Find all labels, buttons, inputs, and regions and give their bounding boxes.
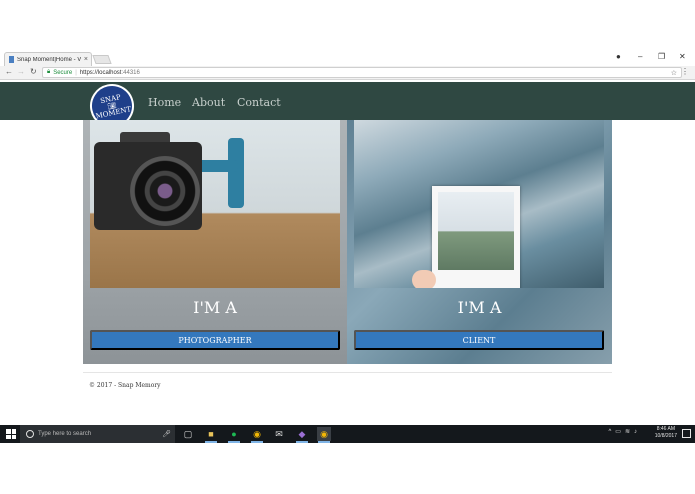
photo-background-shape [228, 138, 244, 208]
nav-about-link[interactable]: About [192, 96, 225, 109]
photographer-button[interactable]: PHOTOGRAPHER [90, 330, 340, 350]
lock-icon: 🔒︎ [47, 69, 51, 75]
task-view-icon[interactable]: ▢ [181, 427, 195, 441]
client-card: I'M A CLIENT [347, 120, 612, 364]
minimize-button[interactable]: – [638, 52, 642, 61]
favicon-icon [9, 56, 14, 63]
nav-home-link[interactable]: Home [148, 96, 181, 109]
windows-taskbar: Type here to search 🎤︎ ▢ ■ ● ◉ ✉ ◆ ◉ ^ ▭… [0, 425, 695, 443]
chrome-active-icon[interactable]: ◉ [317, 427, 331, 443]
forward-arrow-icon[interactable]: → [17, 67, 25, 76]
url-port: :44316 [121, 69, 140, 76]
photo-background-shape [198, 160, 238, 172]
bookmark-star-icon[interactable]: ☆ [671, 69, 677, 77]
taskbar-clock[interactable]: 8:46 AM 10/8/2017 [655, 426, 677, 440]
photographer-card: I'M A PHOTOGRAPHER [83, 120, 347, 364]
cortana-icon [26, 430, 34, 438]
clock-time: 8:46 AM [656, 426, 676, 432]
system-tray: ^ ▭ ≋ ♪ [608, 428, 637, 436]
taskbar-search-box[interactable]: Type here to search 🎤︎ [20, 425, 175, 443]
browser-tab[interactable]: Snap Moment|Home - V × [4, 52, 92, 66]
polaroid-photo [432, 186, 520, 288]
notification-icon[interactable] [682, 429, 691, 438]
screen: { "browser": { "tab_title": "Snap Moment… [0, 0, 695, 494]
polaroid-picture [438, 192, 514, 270]
maximize-button[interactable]: ❐ [658, 52, 665, 61]
card-title: I'M A [193, 298, 237, 317]
url-host: localhost [97, 69, 122, 76]
close-window-button[interactable]: ✕ [679, 52, 686, 61]
hand-image [412, 270, 436, 288]
client-button[interactable]: CLIENT [354, 330, 604, 350]
start-windows-icon[interactable] [6, 429, 16, 439]
browser-tabstrip: Snap Moment|Home - V × ● – ❐ ✕ [0, 48, 695, 66]
tab-close-icon[interactable]: × [84, 56, 91, 63]
url-scheme: https:// [79, 69, 98, 76]
card-title: I'M A [457, 298, 502, 317]
browser-menu-icon[interactable]: ⋮ [681, 67, 689, 76]
clock-date: 10/8/2017 [654, 433, 677, 439]
browser-toolbar: ← → ↻ 🔒︎ Secure | https://localhost:4431… [0, 66, 695, 80]
site-navbar: SNAP 📷︎ MOMENT Home About Contact [0, 79, 695, 133]
visual-studio-icon[interactable]: ◆ [295, 427, 309, 443]
tab-title: Snap Moment|Home - V [17, 56, 81, 63]
logo-text-moment: MOMENT [94, 104, 132, 121]
address-bar[interactable]: 🔒︎ Secure | https://localhost:44316 ☆ [42, 67, 682, 78]
footer-divider [83, 372, 612, 373]
camera-photo [90, 120, 340, 288]
nav-contact-link[interactable]: Contact [237, 96, 281, 109]
footer-text: © 2017 - Snap Memory [89, 382, 161, 389]
file-explorer-icon[interactable]: ■ [204, 427, 218, 443]
network-icon[interactable]: ≋ [625, 428, 630, 435]
spotify-icon[interactable]: ● [227, 427, 241, 443]
search-placeholder: Type here to search [38, 431, 92, 437]
chrome-icon[interactable]: ◉ [250, 427, 264, 443]
secure-label: Secure [53, 69, 73, 76]
chevron-up-icon[interactable]: ^ [608, 429, 611, 435]
new-tab-button[interactable] [92, 55, 112, 64]
camera-lens [130, 156, 200, 226]
volume-icon[interactable]: ♪ [634, 429, 637, 435]
reload-icon[interactable]: ↻ [30, 67, 37, 76]
address-separator: | [75, 69, 77, 76]
battery-icon[interactable]: ▭ [615, 428, 621, 435]
back-arrow-icon[interactable]: ← [5, 67, 13, 76]
cliff-photo [354, 120, 604, 288]
profile-icon[interactable]: ● [616, 52, 621, 61]
mail-icon[interactable]: ✉ [272, 427, 286, 441]
microphone-icon[interactable]: 🎤︎ [162, 430, 171, 438]
